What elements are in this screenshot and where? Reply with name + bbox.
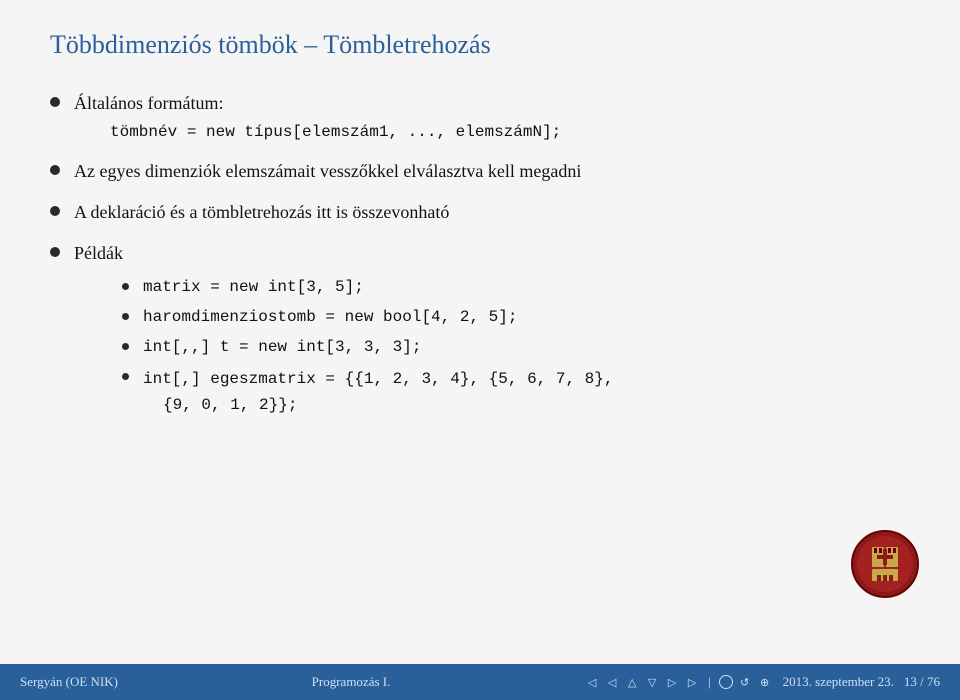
sub-bullet-3: int[,,] t = new int[3, 3, 3]; [122,335,910,359]
nav-separator: | [708,674,711,690]
sub-bullet-4: int[,] egeszmatrix = {{1, 2, 3, 4}, {5, … [122,365,910,417]
sub-bullets-area: matrix = new int[3, 5]; haromdimenziosto… [86,275,910,423]
code-example-4-line2: {9, 0, 1, 2}}; [163,396,297,414]
sub-dot-2 [122,313,129,320]
sub-dot-4 [122,373,129,380]
code-example-2: haromdimenziostomb = new bool[4, 2, 5]; [143,305,517,329]
footer-date: 2013. szeptember 23. [783,674,894,690]
content-area: Általános formátum: tömbnév = new típus[… [50,90,910,644]
bullet-text-2: Az egyes dimenziók elemszámait vesszőkke… [74,158,910,185]
code-example-1: matrix = new int[3, 5]; [143,275,364,299]
code-example-3: int[,,] t = new int[3, 3, 3]; [143,335,421,359]
bullet-general-format: Általános formátum: tömbnév = new típus[… [50,90,910,144]
nav-first-button[interactable]: ◁ [584,674,600,690]
sub-bullet-2: haromdimenziostomb = new bool[4, 2, 5]; [122,305,910,329]
bullet-label-2: Az egyes dimenziók elemszámait vesszőkke… [74,161,581,181]
nav-refresh-button[interactable]: ↺ [737,674,753,690]
nav-prev-button[interactable]: ◁ [604,674,620,690]
footer-page: 13 / 76 [904,674,940,690]
nav-controls: ◁ ◁ △ ▽ ▷ ▷ | ↺ ⊕ [584,674,773,690]
logo-svg [850,529,920,599]
code-format: tömbnév = new típus[elemszám1, ..., elem… [110,123,561,141]
bullet-examples: Példák [50,240,910,267]
nav-next-button[interactable]: ▷ [664,674,680,690]
bullet-dot-1 [50,97,60,107]
code-example-4-block: int[,] egeszmatrix = {{1, 2, 3, 4}, {5, … [143,365,613,417]
bullet-text-3: A deklaráció és a tömbletrehozás itt is … [74,199,910,226]
nav-up-button[interactable]: △ [624,674,640,690]
bullet-label-4: Példák [74,243,123,263]
university-logo [850,529,920,604]
bullet-text-4: Példák [74,240,910,267]
slide-container: Többdimenziós tömbök – Tömbletrehozás Ál… [0,0,960,664]
nav-circle-icon [719,675,733,689]
bullet-text-1: Általános formátum: tömbnév = new típus[… [74,90,910,144]
footer-course: Programozás I. [312,674,391,690]
bullet-dot-2 [50,165,60,175]
bullet-dot-4 [50,247,60,257]
code-general: tömbnév = new típus[elemszám1, ..., elem… [110,120,561,140]
nav-down-button[interactable]: ▽ [644,674,660,690]
bullet-dimensions: Az egyes dimenziók elemszámait vesszőkke… [50,158,910,185]
sub-dot-1 [122,283,129,290]
footer-bar: Sergyán (OE NIK) Programozás I. ◁ ◁ △ ▽ … [0,664,960,700]
bullet-dot-3 [50,206,60,216]
slide-title: Többdimenziós tömbök – Tömbletrehozás [50,30,910,60]
nav-zoom-button[interactable]: ⊕ [757,674,773,690]
bullet-declaration: A deklaráció és a tömbletrehozás itt is … [50,199,910,226]
code-example-4-line1: int[,] egeszmatrix = {{1, 2, 3, 4}, {5, … [143,370,613,388]
footer-right-area: ◁ ◁ △ ▽ ▷ ▷ | ↺ ⊕ 2013. szeptember 23. 1… [584,674,940,690]
sub-bullet-1: matrix = new int[3, 5]; [122,275,910,299]
bullet-label-3: A deklaráció és a tömbletrehozás itt is … [74,202,449,222]
footer-author: Sergyán (OE NIK) [20,674,118,690]
sub-dot-3 [122,343,129,350]
nav-last-button[interactable]: ▷ [684,674,700,690]
bullet-label-1: Általános formátum: [74,93,223,113]
